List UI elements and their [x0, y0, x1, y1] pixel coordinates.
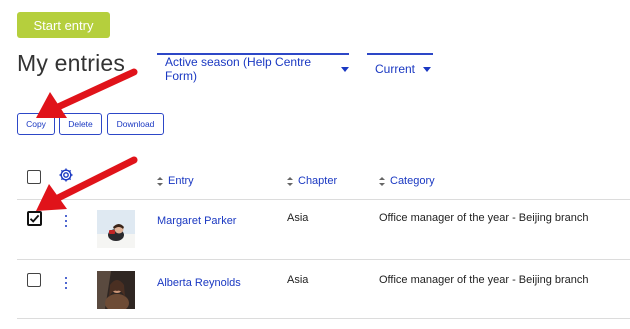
entry-column-header[interactable]: Entry — [157, 175, 194, 187]
category-header-label: Category — [390, 175, 435, 187]
status-filter-dropdown[interactable]: Current — [367, 53, 433, 83]
page-title: My entries — [17, 50, 126, 76]
season-filter-label: Active season (Help Centre Form) — [165, 55, 312, 83]
entry-thumbnail — [97, 210, 135, 248]
copy-button[interactable]: Copy — [17, 113, 55, 135]
entry-name-link[interactable]: Margaret Parker — [157, 215, 236, 227]
season-filter-dropdown[interactable]: Active season (Help Centre Form) — [157, 53, 349, 83]
row-divider — [17, 259, 630, 260]
delete-button[interactable]: Delete — [59, 113, 102, 135]
entry-name-link[interactable]: Alberta Reynolds — [157, 277, 241, 289]
start-entry-button[interactable]: Start entry — [17, 12, 110, 38]
annotation-arrow-checkbox — [36, 156, 138, 211]
kebab-menu-icon[interactable] — [63, 277, 69, 289]
entry-header-label: Entry — [168, 175, 194, 187]
entry-thumbnail — [97, 271, 135, 309]
row-checkbox[interactable] — [27, 273, 41, 287]
category-cell: Office manager of the year - Beijing bra… — [379, 212, 589, 224]
sort-icon — [379, 176, 385, 186]
row-checkbox[interactable] — [27, 211, 42, 226]
chapter-cell: Asia — [287, 212, 309, 224]
download-button[interactable]: Download — [107, 113, 164, 135]
chapter-cell: Asia — [287, 274, 309, 286]
sort-icon — [157, 176, 163, 186]
category-column-header[interactable]: Category — [379, 175, 435, 187]
caret-down-icon — [341, 66, 349, 72]
chapter-column-header[interactable]: Chapter — [287, 175, 337, 187]
row-divider — [17, 318, 630, 319]
caret-down-icon — [423, 66, 432, 72]
settings-gear-icon[interactable] — [58, 167, 74, 183]
kebab-menu-icon[interactable] — [63, 215, 69, 227]
checkmark-icon — [29, 214, 40, 223]
sort-icon — [287, 176, 293, 186]
status-filter-label: Current — [375, 62, 416, 76]
header-divider — [17, 199, 630, 200]
select-all-checkbox[interactable] — [27, 170, 41, 184]
category-cell: Office manager of the year - Beijing bra… — [379, 274, 589, 286]
annotation-arrow-copy — [36, 68, 138, 118]
chapter-header-label: Chapter — [298, 175, 338, 187]
